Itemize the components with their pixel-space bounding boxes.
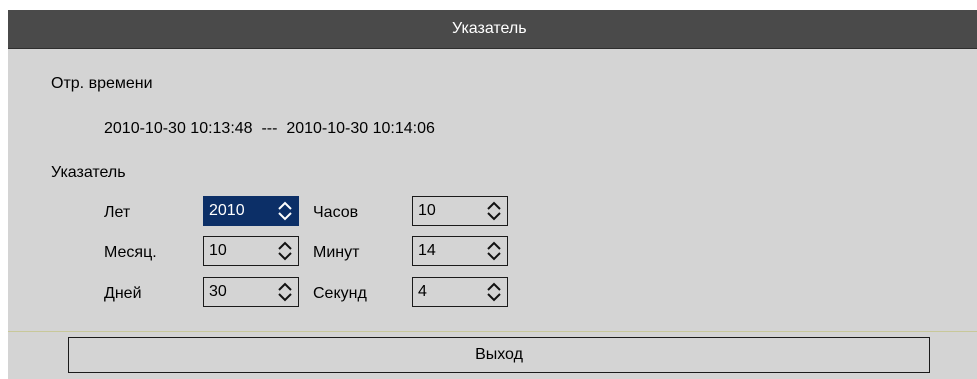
- hour-label: Часов: [313, 204, 359, 221]
- time-range-value: 2010-10-30 10:13:48 --- 2010-10-30 10:14…: [104, 120, 435, 137]
- month-spinbox[interactable]: 10: [203, 236, 299, 266]
- exit-button[interactable]: Выход: [68, 337, 930, 373]
- footer-divider: [8, 331, 977, 332]
- minute-spinbox[interactable]: 14: [412, 236, 508, 266]
- second-value: 4: [418, 283, 427, 300]
- up-down-arrows-icon[interactable]: [485, 201, 503, 221]
- up-down-arrows-icon[interactable]: [276, 241, 294, 261]
- up-down-arrows-icon[interactable]: [485, 241, 503, 261]
- hour-spinbox[interactable]: 10: [412, 196, 508, 226]
- month-label: Месяц.: [104, 244, 157, 261]
- day-value: 30: [209, 283, 227, 300]
- second-label: Секунд: [313, 285, 367, 302]
- hour-value: 10: [418, 202, 436, 219]
- day-spinbox[interactable]: 30: [203, 277, 299, 307]
- up-down-arrows-icon[interactable]: [485, 282, 503, 302]
- day-label: Дней: [104, 285, 142, 302]
- pointer-dialog: Указатель Отр. времени 2010-10-30 10:13:…: [8, 10, 977, 379]
- year-value: 2010: [209, 202, 245, 219]
- minute-value: 14: [418, 242, 436, 259]
- month-value: 10: [209, 242, 227, 259]
- second-spinbox[interactable]: 4: [412, 277, 508, 307]
- minute-label: Минут: [313, 244, 360, 261]
- year-spinbox[interactable]: 2010: [203, 196, 299, 226]
- up-down-arrows-icon[interactable]: [276, 201, 294, 221]
- year-label: Лет: [104, 204, 131, 221]
- time-range-label: Отр. времени: [51, 75, 153, 92]
- up-down-arrows-icon[interactable]: [276, 282, 294, 302]
- dialog-title: Указатель: [452, 20, 527, 37]
- dialog-titlebar: Указатель: [8, 10, 977, 49]
- pointer-section-label: Указатель: [51, 164, 126, 181]
